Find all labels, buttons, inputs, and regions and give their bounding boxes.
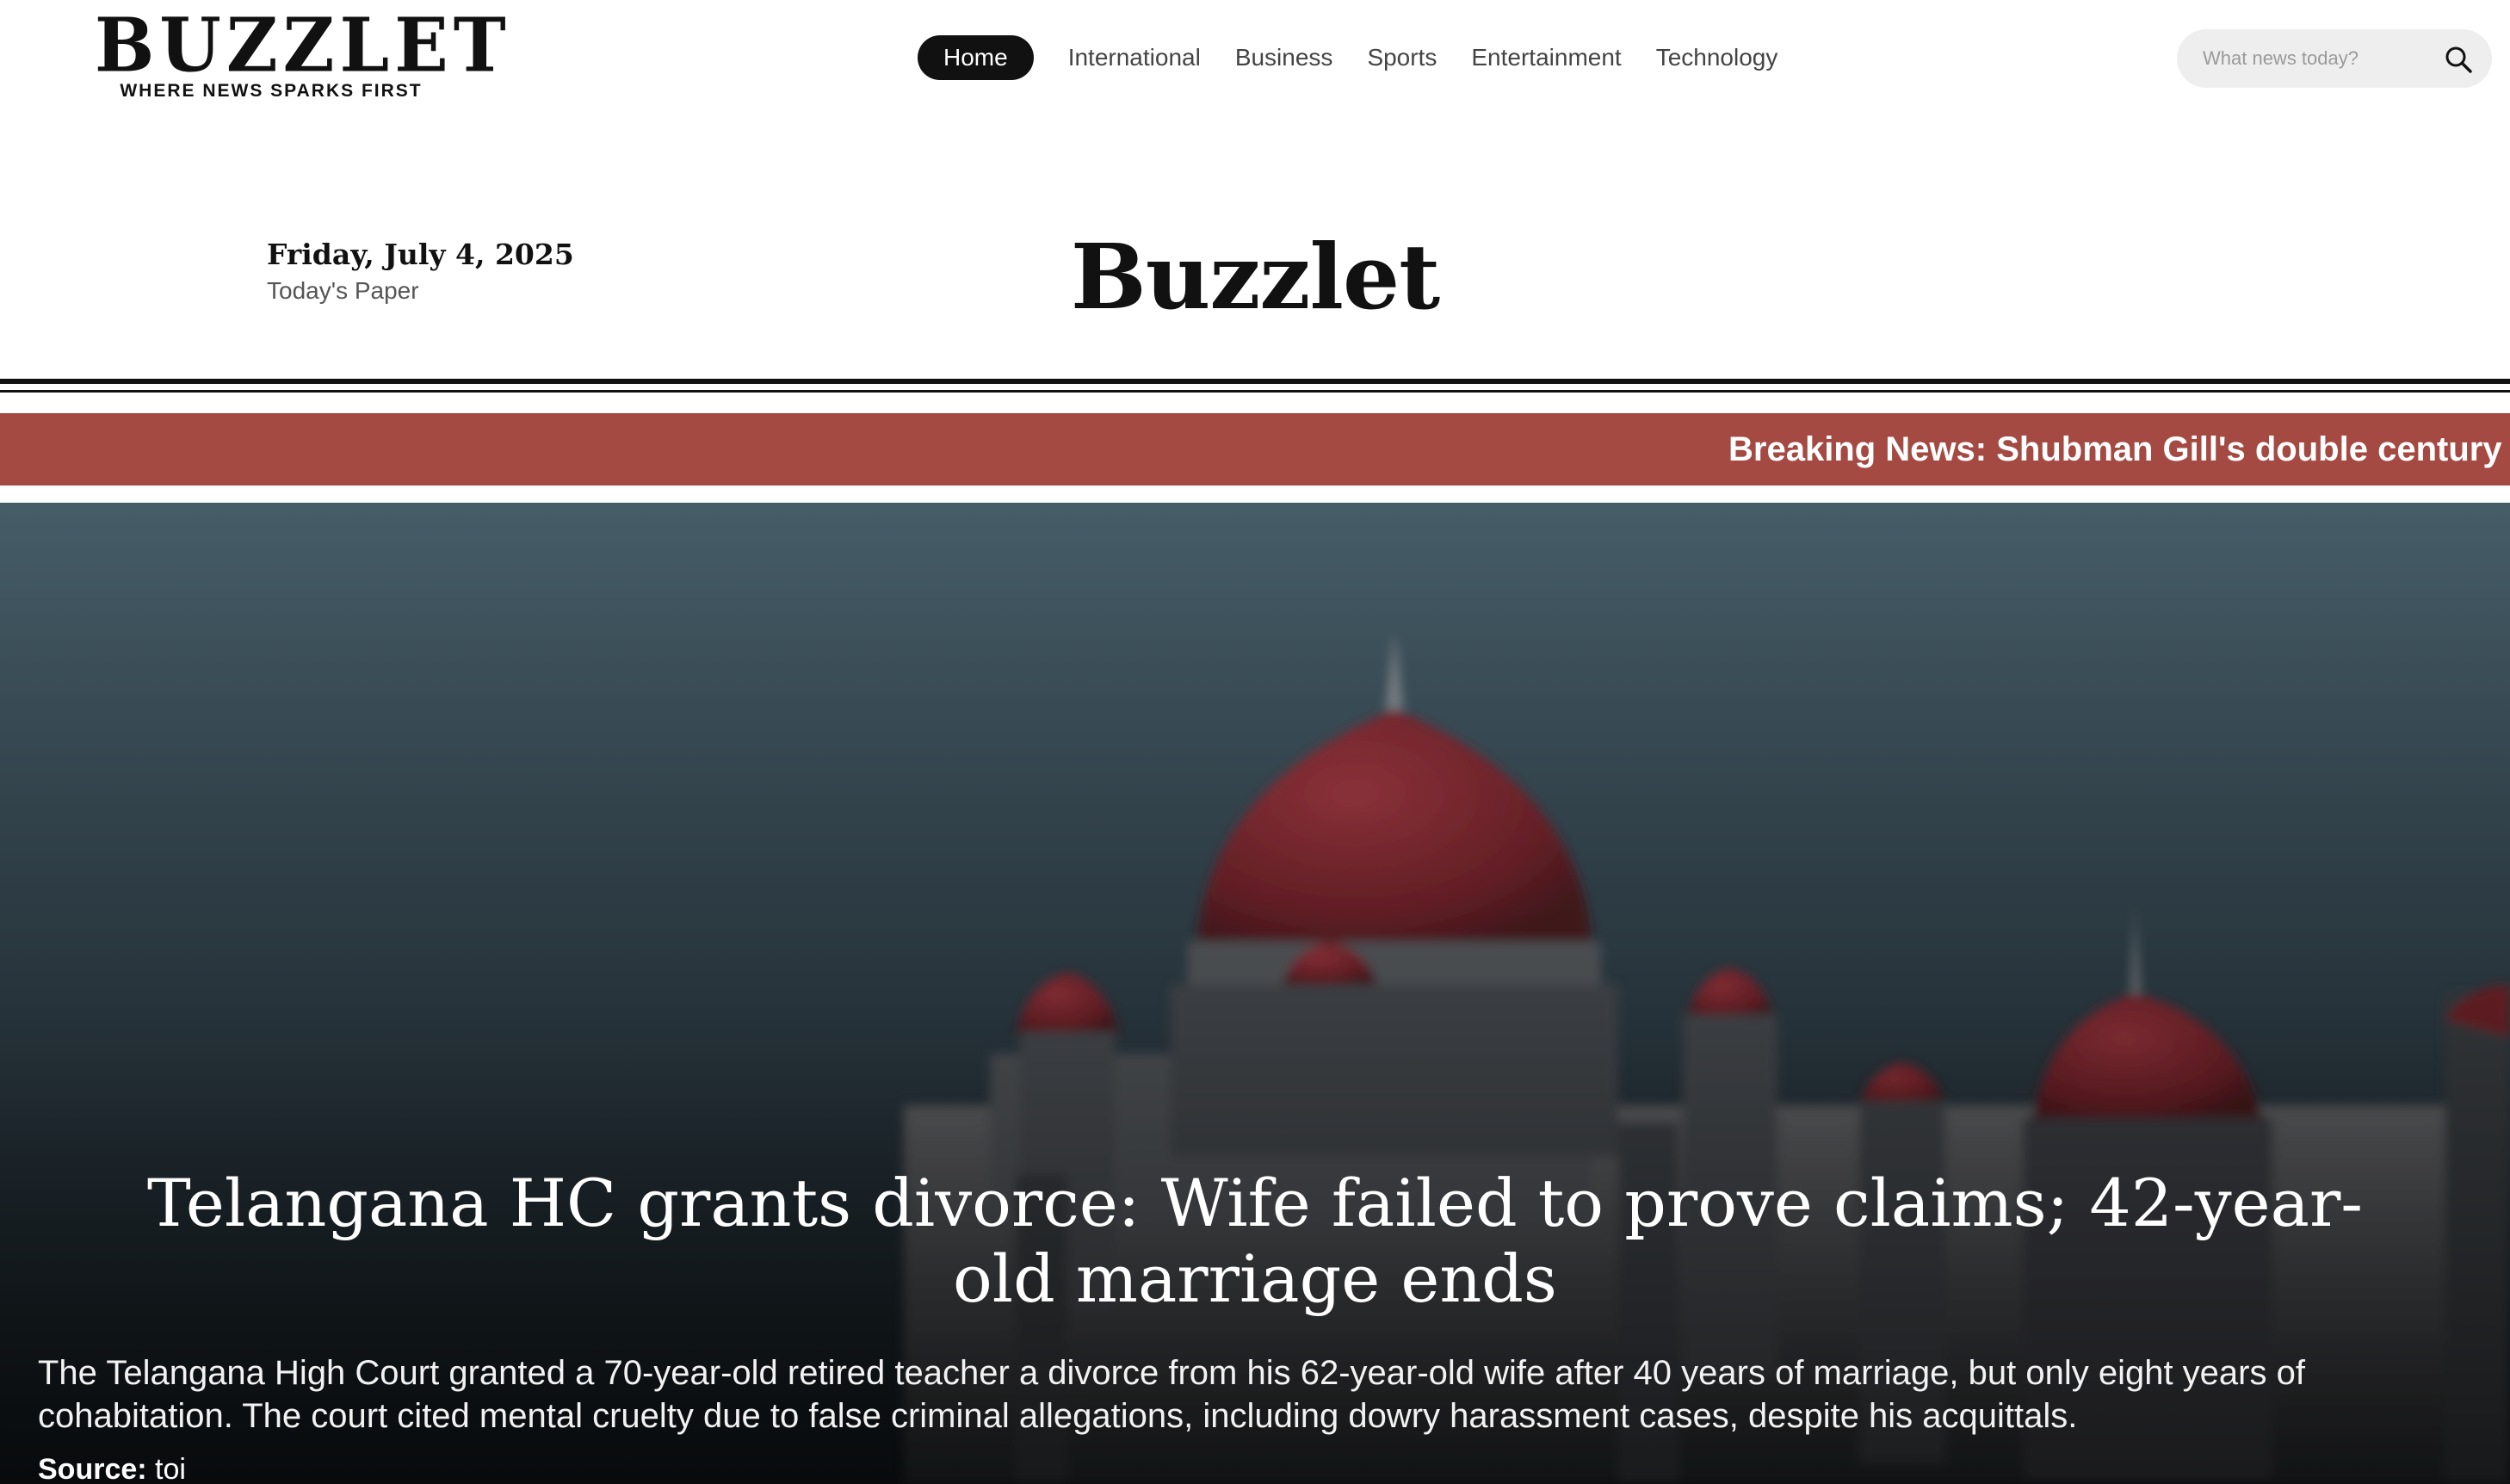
main-nav: Home International Business Sports Enter…	[918, 34, 1812, 81]
ticker-text: Breaking News: Shubman Gill's double cen…	[1728, 430, 2510, 468]
search-box	[2177, 29, 2492, 88]
hero-article[interactable]: Telangana HC grants divorce: Wife failed…	[0, 503, 2510, 1484]
site-logo[interactable]: BUZZLET WHERE NEWS SPARKS FIRST	[95, 2, 511, 102]
nav-item-home[interactable]: Home	[918, 35, 1034, 80]
current-date: Friday, July 4, 2025	[267, 238, 574, 271]
top-navbar: BUZZLET WHERE NEWS SPARKS FIRST Home Int…	[0, 0, 2510, 121]
nav-item-technology[interactable]: Technology	[1656, 44, 1778, 71]
breaking-news-ticker[interactable]: Breaking News: Shubman Gill's double cen…	[0, 413, 2510, 485]
logo-wordmark: BUZZLET	[95, 2, 511, 90]
nav-item-business[interactable]: Business	[1235, 44, 1333, 71]
masthead: Buzzlet Friday, July 4, 2025 Today's Pap…	[0, 207, 2510, 379]
masthead-divider-thick	[0, 379, 2510, 384]
nav-item-sports[interactable]: Sports	[1367, 44, 1437, 71]
article-summary: The Telangana High Court granted a 70-ye…	[38, 1354, 2305, 1435]
todays-paper-link[interactable]: Today's Paper	[267, 277, 419, 305]
article-source: Source: toi	[38, 1453, 186, 1484]
masthead-divider-thin	[0, 390, 2510, 393]
hero-overlay	[0, 503, 2510, 1484]
search-input[interactable]	[2203, 41, 2427, 76]
source-value[interactable]: toi	[155, 1453, 186, 1484]
nav-item-international[interactable]: International	[1068, 44, 1201, 71]
article-headline[interactable]: Telangana HC grants divorce: Wife failed…	[103, 1166, 2407, 1317]
search-icon[interactable]	[2444, 45, 2473, 74]
source-label: Source:	[38, 1453, 147, 1484]
nav-item-entertainment[interactable]: Entertainment	[1471, 44, 1621, 71]
